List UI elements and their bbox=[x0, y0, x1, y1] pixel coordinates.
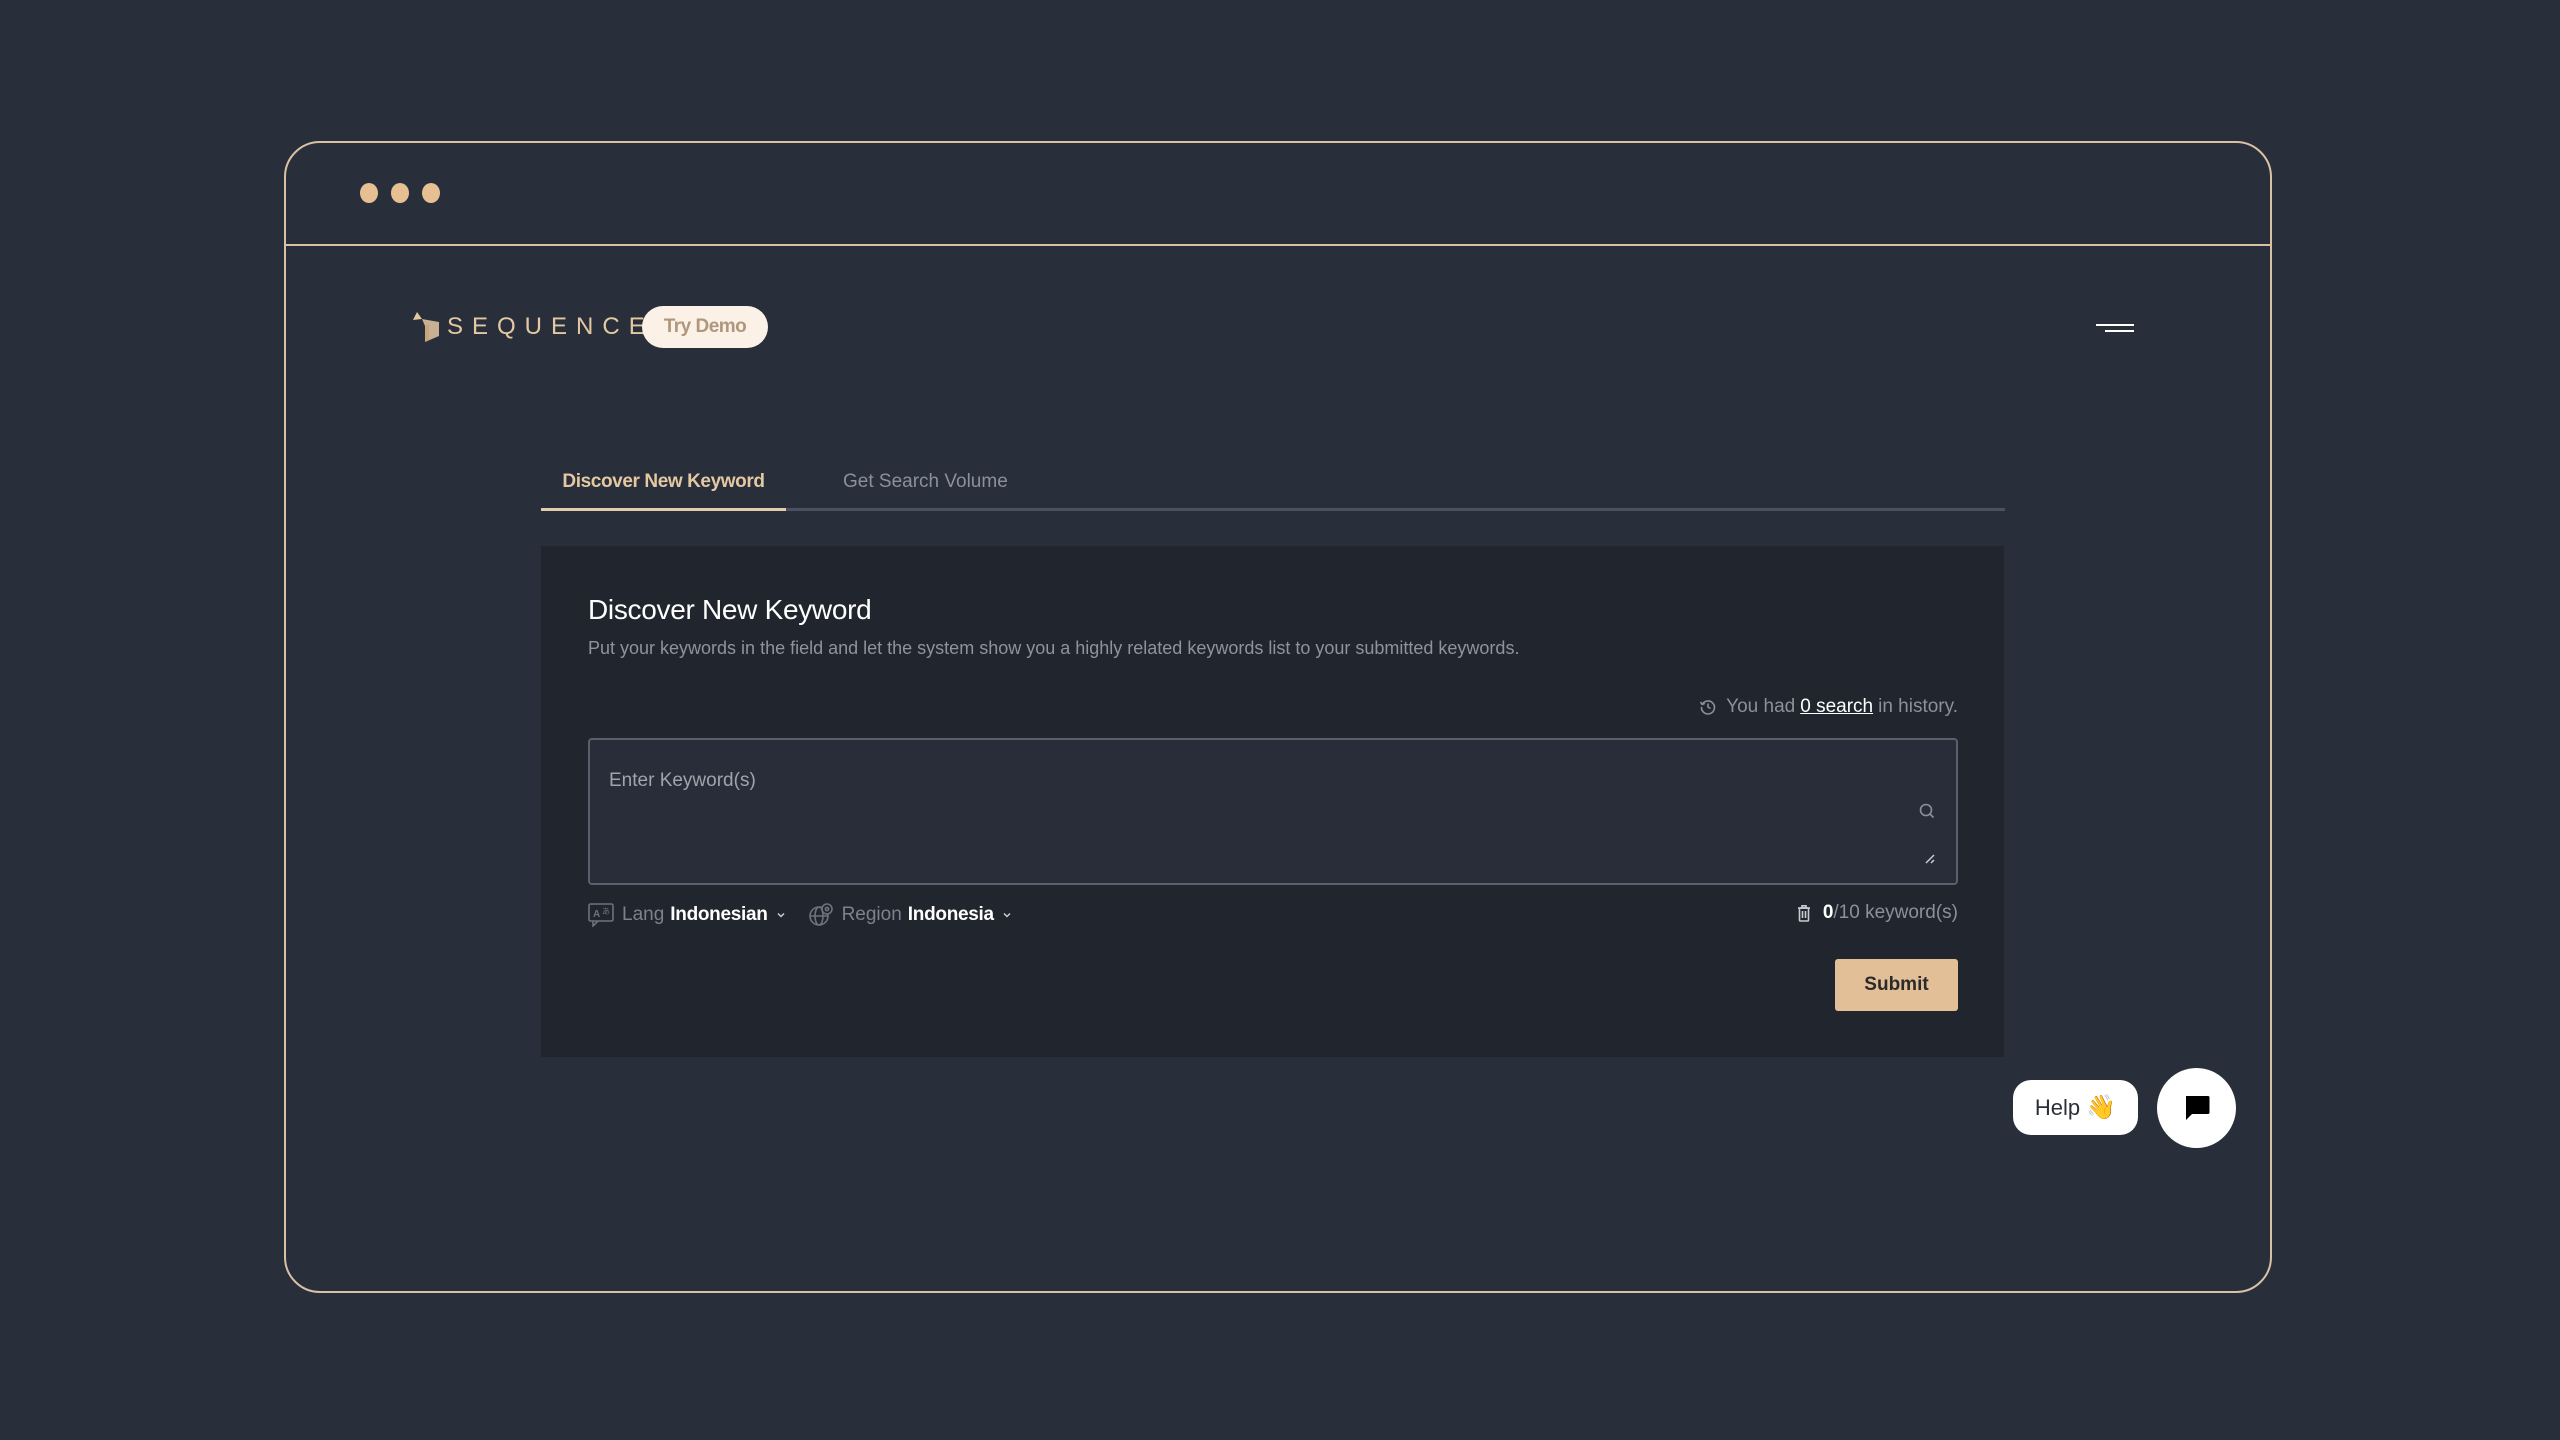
sequence-logo-icon bbox=[413, 312, 439, 342]
keyword-input-box bbox=[588, 738, 1958, 885]
discover-keyword-card: Discover New Keyword Put your keywords i… bbox=[541, 546, 2004, 1057]
language-value: Indonesian bbox=[670, 904, 768, 925]
card-description: Put your keywords in the field and let t… bbox=[588, 638, 1520, 658]
search-icon[interactable] bbox=[1918, 802, 1936, 820]
region-value: Indonesia bbox=[907, 904, 994, 925]
language-label: Lang bbox=[622, 904, 665, 925]
search-history-link[interactable]: 0 search bbox=[1800, 696, 1873, 718]
svg-text:A: A bbox=[593, 909, 600, 920]
logo-text: SEQUENCE bbox=[447, 313, 654, 340]
logo[interactable]: SEQUENCE bbox=[413, 312, 654, 342]
translate-icon: A あ bbox=[588, 903, 614, 927]
window-dot-icon bbox=[391, 183, 409, 203]
search-options: A あ Lang Indonesian Region Indonesia bbox=[588, 902, 1012, 928]
keyword-input[interactable] bbox=[590, 740, 1956, 883]
submit-button[interactable]: Submit bbox=[1835, 959, 1958, 1011]
window-dot-icon bbox=[422, 183, 440, 203]
resize-handle-icon[interactable] bbox=[1924, 853, 1936, 865]
keyword-count-limit: /10 keyword(s) bbox=[1833, 902, 1958, 923]
svg-text:あ: あ bbox=[602, 907, 610, 916]
chat-launcher-button[interactable] bbox=[2157, 1068, 2236, 1148]
hamburger-menu-icon[interactable] bbox=[2096, 318, 2138, 336]
window-dot-icon bbox=[360, 183, 378, 203]
trash-icon[interactable] bbox=[1797, 904, 1811, 922]
search-history-info: You had 0 search in history. bbox=[1699, 696, 1958, 718]
history-prefix: You had bbox=[1726, 696, 1796, 717]
language-select[interactable]: A あ Lang Indonesian bbox=[588, 903, 786, 927]
globe-location-icon bbox=[808, 903, 833, 926]
chevron-down-icon bbox=[777, 912, 785, 918]
tab-discover-new-keyword[interactable]: Discover New Keyword bbox=[541, 456, 786, 511]
chat-bubble-icon bbox=[2185, 1096, 2209, 1120]
history-suffix: in history. bbox=[1878, 696, 1958, 717]
try-demo-button[interactable]: Try Demo bbox=[642, 306, 768, 348]
region-label: Region bbox=[841, 904, 902, 925]
help-button[interactable]: Help 👋 bbox=[2013, 1080, 2138, 1135]
help-label: Help bbox=[2034, 1094, 2081, 1120]
keyword-count-current: 0 bbox=[1822, 902, 1834, 923]
tab-bar: Discover New Keyword Get Search Volume bbox=[541, 456, 2005, 511]
chevron-down-icon bbox=[1003, 912, 1011, 918]
waving-hand-icon: 👋 bbox=[2086, 1094, 2117, 1121]
window-titlebar bbox=[286, 143, 2270, 246]
region-select[interactable]: Region Indonesia bbox=[808, 902, 1012, 928]
keyword-counter: 0 /10 keyword(s) bbox=[1797, 902, 1958, 924]
history-clock-icon bbox=[1700, 700, 1716, 715]
tab-get-search-volume[interactable]: Get Search Volume bbox=[843, 456, 1008, 508]
card-title: Discover New Keyword bbox=[588, 594, 872, 625]
